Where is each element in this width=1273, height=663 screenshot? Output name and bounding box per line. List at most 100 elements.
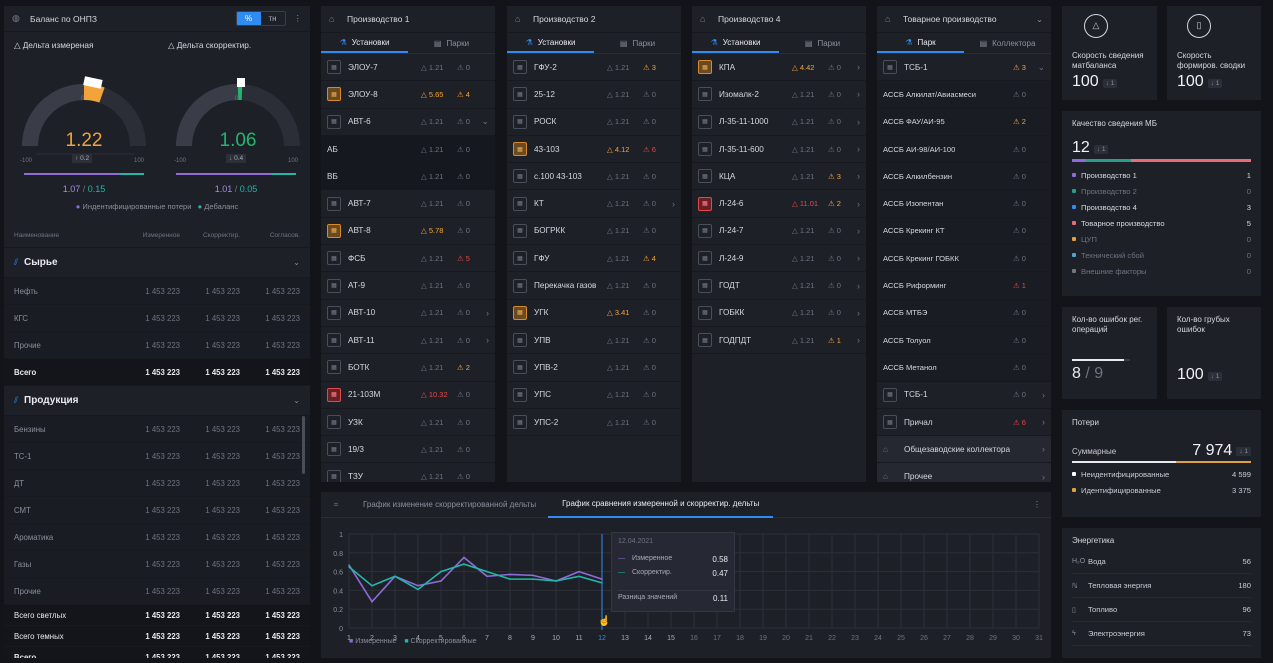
unit-row[interactable]: АССБ Риформинг ⚠ 1 — [877, 272, 1051, 300]
unit-row[interactable]: ▦ ФСБ △ 1.21 ⚠ 5 — [321, 245, 495, 273]
tab-chart-delta[interactable]: График изменение скорректированной дельт… — [351, 492, 548, 518]
unit-row[interactable]: ▦ ГФУ △ 1.21 ⚠ 4 — [507, 245, 681, 273]
scrollbar[interactable] — [302, 416, 305, 474]
unit-row[interactable]: АССБ ФАУ/АИ-95 ⚠ 2 — [877, 108, 1051, 136]
tab-parks[interactable]: ▤ Парки — [408, 33, 495, 53]
unit-row[interactable]: АССБ Метанол ⚠ 0 — [877, 354, 1051, 382]
unit-row[interactable]: ▦ ГОДТ △ 1.21 ⚠ 0 › — [692, 272, 866, 300]
chevron-down-icon[interactable]: ⌄ — [479, 116, 489, 127]
unit-row[interactable]: ▦ 25-12 △ 1.21 ⚠ 0 — [507, 81, 681, 109]
unit-row[interactable]: ▦ 21-103М △ 10.32 ⚠ 0 — [321, 382, 495, 409]
chevron-right-icon[interactable]: › — [850, 199, 860, 209]
unit-row[interactable]: АССБ Изопентан ⚠ 0 — [877, 190, 1051, 218]
unit-row[interactable]: ▦ УПВ-2 △ 1.21 ⚠ 0 — [507, 354, 681, 382]
unit-row[interactable]: ▦ ЭЛОУ-8 △ 5.65 ⚠ 4 — [321, 81, 495, 109]
section-row[interactable]: ⌂ Общезаводские коллектора › — [877, 436, 1051, 464]
unit-row[interactable]: ▦ АВТ-11 △ 1.21 ⚠ 0 › — [321, 327, 495, 355]
prod-section-header[interactable]: ⫽ Продукция ⌄ — [4, 386, 310, 416]
unit-row[interactable]: ▦ ГОБКК △ 1.21 ⚠ 0 › — [692, 300, 866, 327]
chevron-right-icon[interactable]: › — [1035, 472, 1045, 482]
unit-row[interactable]: АССБ Крекинг КТ ⚠ 0 — [877, 217, 1051, 246]
tab-units[interactable]: ⚗ Установки — [507, 33, 594, 53]
unit-row[interactable]: ▦ ТЗУ △ 1.21 ⚠ 0 — [321, 463, 495, 482]
unit-row[interactable]: ▦ ТСБ-1 ⚠ 0 › — [877, 382, 1051, 409]
unit-row[interactable]: ▦ УПС-2 △ 1.21 ⚠ 0 — [507, 409, 681, 437]
unit-row[interactable]: ▦ АВТ-10 △ 1.21 ⚠ 0 › — [321, 300, 495, 327]
unit-row[interactable]: ▦ КЦА △ 1.21 ⚠ 3 › — [692, 163, 866, 191]
chevron-right-icon[interactable]: › — [1035, 417, 1045, 427]
unit-row[interactable]: ▦ УПС △ 1.21 ⚠ 0 — [507, 382, 681, 409]
chevron-right-icon[interactable]: › — [850, 144, 860, 154]
section-row[interactable]: ⌂ Прочее › — [877, 463, 1051, 482]
chevron-right-icon[interactable]: › — [850, 335, 860, 345]
chevron-down-icon[interactable]: ⌄ — [293, 258, 300, 267]
unit-row[interactable]: ▦ ЭЛОУ-7 △ 1.21 ⚠ 0 — [321, 54, 495, 82]
raw-section-header[interactable]: ⫽ Сырье ⌄ — [4, 248, 310, 278]
chevron-right-icon[interactable]: › — [850, 117, 860, 127]
unit-row[interactable]: ▦ 19/3 △ 1.21 ⚠ 0 — [321, 436, 495, 464]
unit-row[interactable]: ▦ КПА △ 4.42 ⚠ 0 › — [692, 54, 866, 82]
unit-row[interactable]: ВБ △ 1.21 ⚠ 0 — [321, 163, 495, 191]
more-icon[interactable]: ⋮ — [1033, 500, 1041, 509]
chevron-right-icon[interactable]: › — [850, 89, 860, 99]
chevron-right-icon[interactable]: › — [665, 199, 675, 209]
unit-row[interactable]: ▦ КТ △ 1.21 ⚠ 0 › — [507, 190, 681, 218]
tab-collectors[interactable]: ▤ Коллектора — [964, 33, 1051, 53]
chevron-right-icon[interactable]: › — [850, 308, 860, 318]
unit-row[interactable]: ▦ Л-24-7 △ 1.21 ⚠ 0 › — [692, 218, 866, 246]
chevron-right-icon[interactable]: › — [850, 281, 860, 291]
unit-row[interactable]: ▦ Изомалк-2 △ 1.21 ⚠ 0 › — [692, 81, 866, 109]
chevron-right-icon[interactable]: › — [850, 171, 860, 181]
more-icon[interactable]: ⋮ — [294, 13, 303, 24]
chevron-right-icon[interactable]: › — [1035, 390, 1045, 400]
energy-item[interactable]: H₂O Вода 56 — [1072, 550, 1251, 574]
chevron-right-icon[interactable]: › — [479, 308, 489, 318]
tab-units[interactable]: ⚗ Установки — [692, 33, 779, 53]
unit-row[interactable]: ▦ АТ-9 △ 1.21 ⚠ 0 — [321, 272, 495, 300]
unit-row[interactable]: ▦ БОТК △ 1.21 ⚠ 2 — [321, 354, 495, 382]
chevron-right-icon[interactable]: › — [850, 253, 860, 263]
unit-row[interactable]: ▦ АВТ-8 △ 5.78 ⚠ 0 — [321, 218, 495, 246]
unit-row[interactable]: АССБ Алкилбензин ⚠ 0 — [877, 163, 1051, 191]
chevron-right-icon[interactable]: › — [1035, 444, 1045, 454]
energy-item[interactable]: ℕ Тепловая энергия 180 — [1072, 574, 1251, 598]
unit-row[interactable]: ▦ УЗК △ 1.21 ⚠ 0 — [321, 409, 495, 437]
energy-item[interactable]: ▯ Топливо 96 — [1072, 598, 1251, 622]
unit-row[interactable]: ▦ АВТ-7 △ 1.21 ⚠ 0 — [321, 190, 495, 218]
energy-item[interactable]: ϟ Электроэнергия 73 — [1072, 622, 1251, 646]
unit-row[interactable]: ▦ УПВ △ 1.21 ⚠ 0 — [507, 327, 681, 355]
unit-row[interactable]: АБ △ 1.21 ⚠ 0 — [321, 135, 495, 164]
unit-row[interactable]: ▦ БОГРКК △ 1.21 ⚠ 0 — [507, 218, 681, 246]
unit-row[interactable]: ▦ ГФУ-2 △ 1.21 ⚠ 3 — [507, 54, 681, 82]
toggle-tonnes[interactable]: тн — [261, 12, 285, 25]
chevron-right-icon[interactable]: › — [850, 62, 860, 72]
chevron-down-icon[interactable]: ⌄ — [1035, 62, 1045, 73]
tab-parks[interactable]: ▤ Парки — [779, 33, 866, 53]
unit-row[interactable]: ▦ АВТ-6 △ 1.21 ⚠ 0 ⌄ — [321, 109, 495, 136]
unit-row[interactable]: ▦ Л-24-9 △ 1.21 ⚠ 0 › — [692, 245, 866, 273]
unit-row[interactable]: АССБ АИ-98/АИ-100 ⚠ 0 — [877, 135, 1051, 164]
unit-row[interactable]: ▦ Л-35-11-600 △ 1.21 ⚠ 0 › — [692, 136, 866, 164]
unit-row[interactable]: АССБ Толуол ⚠ 0 — [877, 326, 1051, 355]
tab-parks[interactable]: ▤ Парки — [594, 33, 681, 53]
chevron-right-icon[interactable]: › — [479, 335, 489, 345]
unit-row[interactable]: ▦ Перекачка газов △ 1.21 ⚠ 0 — [507, 272, 681, 300]
unit-row[interactable]: ▦ с.100 43-103 △ 1.21 ⚠ 0 — [507, 163, 681, 191]
unit-row[interactable]: ▦ Л-24-6 △ 11.01 ⚠ 2 › — [692, 190, 866, 218]
unit-row[interactable]: АССБ Алкилат/Авиасмеси ⚠ 0 — [877, 81, 1051, 109]
unit-row[interactable]: ▦ ТСБ-1 ⚠ 3 ⌄ — [877, 54, 1051, 82]
unit-row[interactable]: ▦ УГК △ 3.41 ⚠ 0 — [507, 300, 681, 327]
unit-row[interactable]: ▦ Причал ⚠ 6 › — [877, 409, 1051, 437]
unit-row[interactable]: ▦ РОСК △ 1.21 ⚠ 0 — [507, 109, 681, 136]
chevron-down-icon[interactable]: ⌄ — [293, 396, 300, 405]
tab-park[interactable]: ⚗ Парк — [877, 33, 964, 53]
tab-units[interactable]: ⚗ Установки — [321, 33, 408, 53]
toggle-percent[interactable]: % — [236, 12, 261, 25]
chevron-down-icon[interactable]: ⌄ — [1036, 14, 1043, 25]
unit-row[interactable]: ▦ 43-103 △ 4.12 ⚠ 6 — [507, 136, 681, 164]
tab-chart-compare[interactable]: График сравнения измеренной и скорректир… — [548, 492, 774, 518]
unit-row[interactable]: ▦ Л-35-11-1000 △ 1.21 ⚠ 0 › — [692, 109, 866, 136]
unit-row[interactable]: ▦ ГОДПДТ △ 1.21 ⚠ 1 › — [692, 327, 866, 355]
chevron-right-icon[interactable]: › — [850, 226, 860, 236]
unit-row[interactable]: АССБ МТБЭ ⚠ 0 — [877, 299, 1051, 327]
